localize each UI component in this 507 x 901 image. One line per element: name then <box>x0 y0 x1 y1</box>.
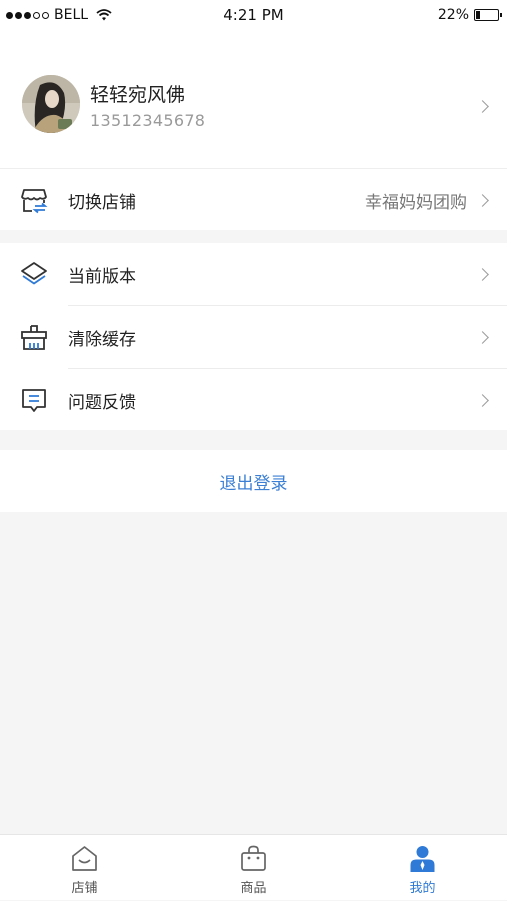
store-switch-section: 切换店铺 幸福妈妈团购 <box>0 168 507 230</box>
chevron-right-icon <box>476 331 489 344</box>
tab-products[interactable]: 商品 <box>169 835 338 901</box>
chevron-right-icon <box>476 194 489 207</box>
battery-percent: 22% <box>437 7 469 23</box>
feedback-icon <box>22 389 46 412</box>
store-switch-label: 切换店铺 <box>68 193 136 213</box>
chevron-right-icon <box>476 268 489 281</box>
tab-label: 我的 <box>409 881 436 896</box>
battery-info: 22% <box>437 7 502 23</box>
menu-item-label: 当前版本 <box>68 267 136 287</box>
chevron-right-icon <box>476 100 489 113</box>
status-time: 4:21 PM <box>223 6 284 24</box>
menu-item-label: 清除缓存 <box>68 330 136 350</box>
bag-icon <box>241 845 266 871</box>
avatar <box>22 75 80 133</box>
chevron-right-icon <box>476 394 489 407</box>
user-icon <box>410 846 435 872</box>
menu-item-version[interactable]: 当前版本 <box>0 243 507 305</box>
profile-phone: 13512345678 <box>90 111 206 130</box>
logout-button[interactable]: 退出登录 <box>0 469 507 494</box>
settings-menu: 当前版本 清除缓存 问题反馈 <box>0 243 507 430</box>
menu-item-label: 问题反馈 <box>68 393 136 413</box>
broom-icon <box>21 325 47 350</box>
profile-card[interactable]: 轻轻宛风佛 13512345678 <box>0 30 507 168</box>
menu-item-clear-cache[interactable]: 清除缓存 <box>0 306 507 368</box>
tab-shop[interactable]: 店铺 <box>0 835 169 901</box>
layers-icon <box>21 262 47 285</box>
tab-bar: 店铺 商品 我的 <box>0 834 507 900</box>
battery-icon <box>474 9 502 21</box>
current-store-name: 幸福妈妈团购 <box>365 193 467 213</box>
tab-label: 店铺 <box>71 881 98 896</box>
tab-label: 商品 <box>240 881 267 896</box>
menu-item-feedback[interactable]: 问题反馈 <box>0 369 507 431</box>
store-switch-icon <box>21 189 48 214</box>
shop-icon <box>72 846 97 871</box>
store-switch-row[interactable]: 切换店铺 幸福妈妈团购 <box>0 169 507 231</box>
tab-mine[interactable]: 我的 <box>338 835 507 901</box>
logout-section: 退出登录 <box>0 450 507 512</box>
status-bar: BELL 4:21 PM 22% <box>0 0 507 30</box>
profile-name: 轻轻宛风佛 <box>90 84 186 106</box>
